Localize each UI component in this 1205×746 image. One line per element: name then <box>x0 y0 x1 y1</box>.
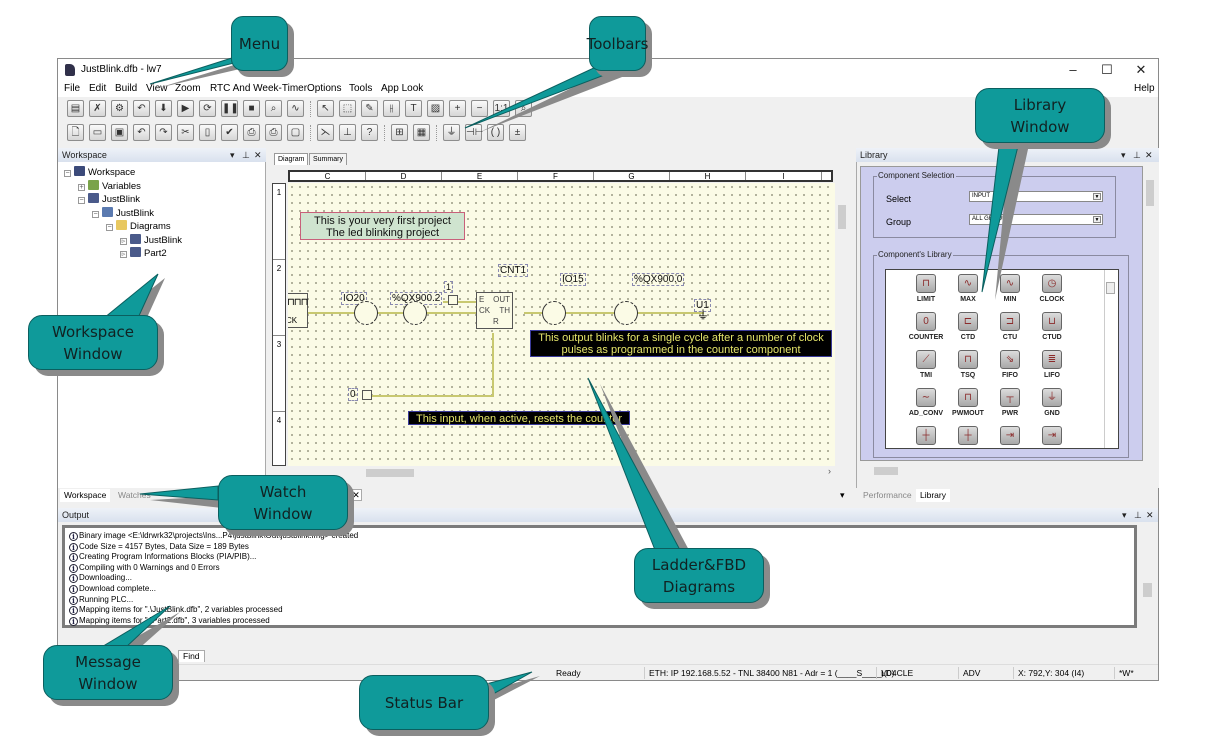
watch-callout: Watch Window <box>218 475 348 530</box>
status-callout-tail <box>485 671 533 699</box>
status-callout: Status Bar <box>359 675 489 730</box>
workspace-callout: Workspace Window <box>28 315 158 370</box>
library-callout: Library Window <box>975 88 1105 143</box>
ladder-callout: Ladder&FBD Diagrams <box>634 548 764 603</box>
menu-callout: Menu <box>231 16 288 71</box>
message-callout: Message Window <box>43 645 173 700</box>
toolbars-callout: Toolbars <box>587 16 648 71</box>
toolbars-callout-tail-shadow <box>480 72 635 132</box>
ladder-callout-tail-shadow <box>600 384 690 552</box>
toolbars-callout-tail <box>464 65 629 129</box>
ladder-callout-tail <box>587 377 681 551</box>
watch-callout-tail <box>139 485 219 501</box>
